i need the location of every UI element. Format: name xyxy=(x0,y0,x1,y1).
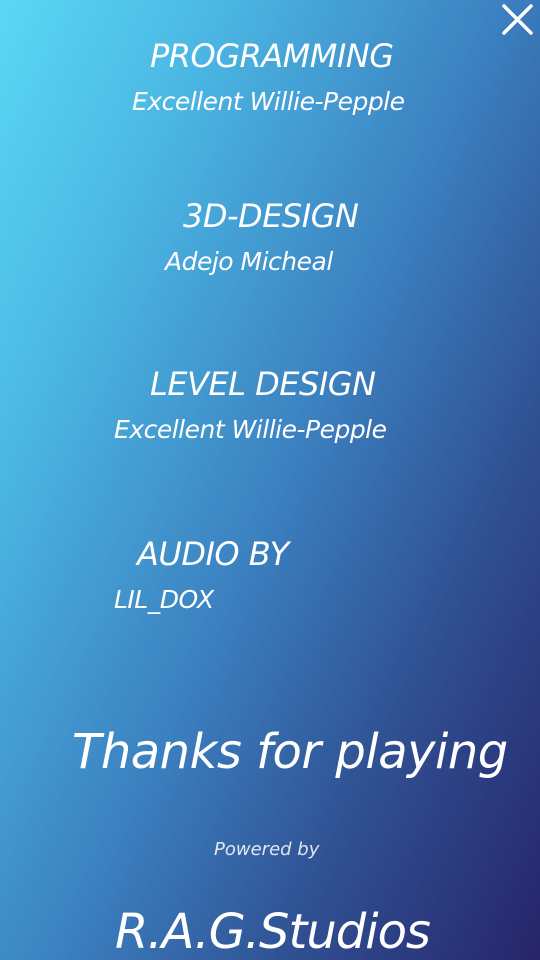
studio-name: R.A.G.Studios xyxy=(115,904,431,960)
3d-design-credit: Adejo Micheal xyxy=(165,247,333,276)
close-button[interactable] xyxy=(498,0,538,40)
audio-credit: LIL_DOX xyxy=(114,585,214,614)
level-design-credit: Excellent Willie-Pepple xyxy=(114,415,387,444)
level-design-heading: LEVEL DESIGN xyxy=(150,365,376,403)
close-icon xyxy=(502,4,533,35)
audio-heading: AUDIO BY xyxy=(137,535,289,573)
3d-design-heading: 3D-DESIGN xyxy=(183,197,359,235)
programming-credit: Excellent Willie-Pepple xyxy=(132,87,405,116)
powered-by-label: Powered by xyxy=(214,839,320,860)
programming-heading: PROGRAMMING xyxy=(150,37,394,75)
thanks-message: Thanks for playing xyxy=(72,724,508,780)
